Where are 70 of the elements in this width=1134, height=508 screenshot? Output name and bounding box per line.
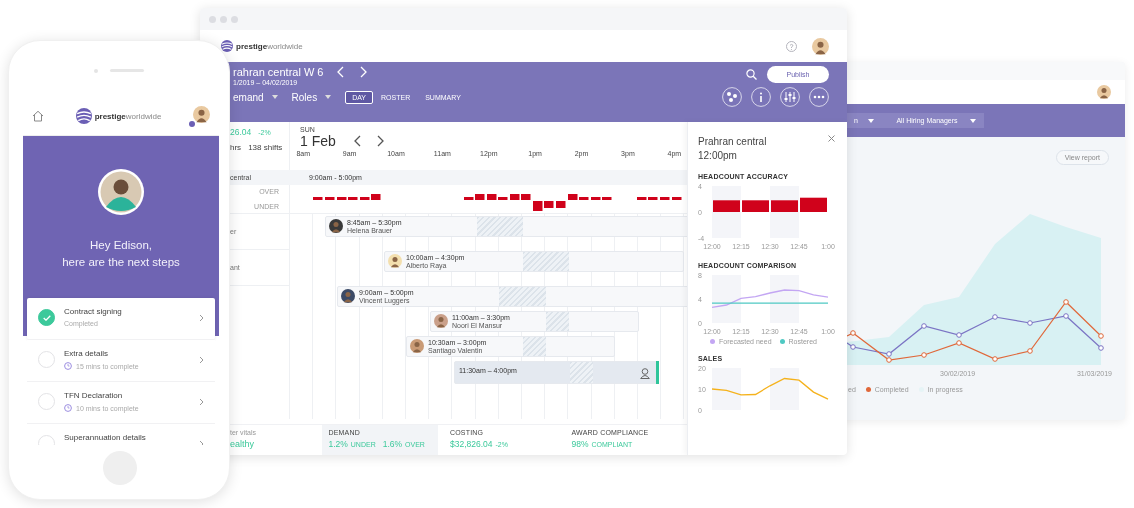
avatar [1097, 85, 1111, 99]
clock-icon [64, 404, 72, 412]
bar [742, 200, 769, 212]
avatar [410, 339, 424, 354]
network-icon[interactable] [722, 87, 742, 107]
search-icon[interactable] [746, 69, 757, 80]
more-icon[interactable] [809, 87, 829, 107]
chevron-left-icon[interactable] [353, 135, 362, 147]
window-dot-icon [209, 15, 216, 23]
step-title: Contract signing [64, 307, 123, 316]
check-icon [42, 314, 51, 321]
avatar [812, 37, 829, 55]
brand-name: prestigeworldwide [236, 41, 303, 51]
step-title: Superannuation details [64, 433, 147, 442]
avatar [434, 314, 448, 329]
shift-count: 138 shifts [248, 143, 283, 152]
caret-icon [271, 95, 278, 99]
chevron-right-icon[interactable] [375, 135, 384, 147]
roster-title: rahran central W 6 [233, 66, 324, 78]
person-icon [640, 367, 650, 379]
chevron-right-icon [199, 398, 204, 406]
avatar [388, 254, 402, 269]
metric-value: 1.2% [328, 439, 348, 450]
filter-dropdown[interactable]: Roles [291, 91, 332, 103]
clock-icon [64, 362, 72, 370]
panel-title: Prahran central [698, 135, 768, 149]
brand-name: prestigeworldwide [94, 111, 162, 121]
chevron-right-icon [199, 314, 204, 322]
home-icon[interactable] [32, 110, 44, 122]
window-dot-icon [220, 15, 227, 23]
step-title: TFN Declaration [64, 391, 124, 400]
vitals-status: ealthy [230, 439, 256, 450]
metric-value: 98% [571, 439, 589, 450]
break-block [499, 286, 546, 306]
cost-value: 26.04 [230, 127, 252, 137]
break-block [477, 216, 523, 236]
bar [800, 197, 827, 212]
bar [713, 200, 740, 212]
greeting-text: Hey Edison, here are the next steps [61, 238, 181, 270]
break-block [546, 311, 569, 331]
caret-icon [325, 95, 332, 99]
step-title: Extra details [64, 349, 110, 358]
notification-badge [189, 120, 195, 127]
avatar [329, 219, 343, 234]
break-block [523, 336, 546, 356]
filter-dropdown[interactable]: emand [233, 91, 278, 103]
chevron-right-icon [199, 356, 204, 364]
logo-icon [75, 108, 92, 124]
sliders-icon[interactable] [780, 87, 800, 107]
legend-dot [779, 339, 785, 344]
break-block [523, 251, 569, 271]
avatar [193, 105, 210, 123]
panel-time: 12:00pm [698, 149, 738, 163]
chevron-right-icon[interactable] [359, 66, 368, 78]
close-icon[interactable] [828, 135, 835, 142]
status-edge [656, 360, 659, 384]
caret-icon [868, 118, 874, 123]
bar [771, 200, 798, 212]
info-icon[interactable] [751, 87, 771, 107]
avatar [341, 289, 355, 304]
logo-icon [221, 40, 233, 52]
caret-icon [970, 118, 976, 123]
window-dot-icon [231, 15, 238, 23]
metric-value: 1.6% [382, 439, 403, 450]
profile-avatar [98, 169, 144, 215]
date-label: 1 Feb [300, 133, 336, 149]
metric-value: $32,826.04 [449, 439, 493, 450]
break-block [570, 361, 593, 383]
legend-dot [710, 339, 715, 344]
hours-value: hrs [230, 143, 242, 152]
